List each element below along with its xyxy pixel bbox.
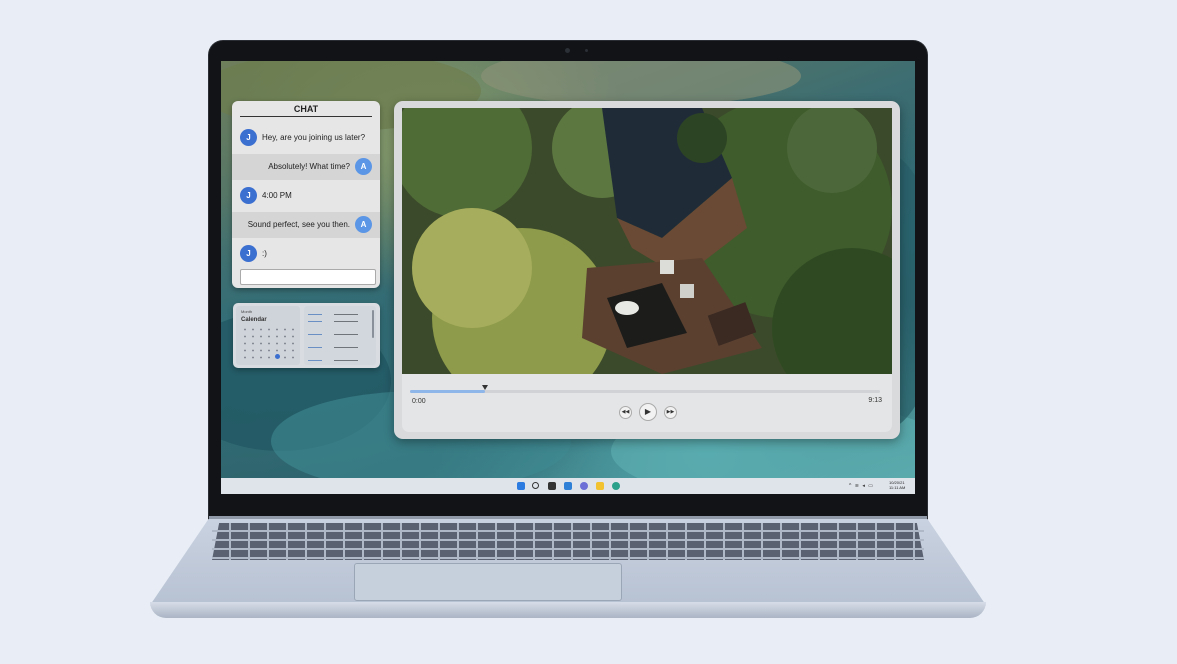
agenda-item[interactable] xyxy=(308,321,322,322)
search-icon[interactable] xyxy=(532,482,539,489)
avatar: A xyxy=(355,158,372,175)
calendar-day-grid[interactable] xyxy=(241,326,297,362)
chat-message: J Hey, are you joining us later? xyxy=(232,125,380,151)
skip-back-icon: ◀◀ xyxy=(621,409,630,415)
agenda-item-detail xyxy=(334,314,358,315)
message-text: 4:00 PM xyxy=(262,191,292,200)
clock-time: 11:11 AM xyxy=(889,485,906,490)
skip-forward-button[interactable]: ▶▶ xyxy=(664,406,677,419)
webcam-sensor xyxy=(585,49,588,52)
message-text: Absolutely! What time? xyxy=(268,162,350,171)
progress-track[interactable] xyxy=(410,385,880,393)
agenda-item-detail xyxy=(334,321,358,322)
chat-message: A Absolutely! What time? xyxy=(232,154,380,180)
agenda-scrollbar[interactable] xyxy=(372,310,374,338)
agenda-item-detail xyxy=(334,360,358,361)
calendar-month-view: Month Calendar xyxy=(236,306,300,365)
agenda-item[interactable] xyxy=(308,360,322,361)
laptop-front-edge xyxy=(150,602,986,618)
chat-title-divider xyxy=(240,116,372,117)
taskbar: ^ ≋ ◂ ▭ 10/20/21 11:11 AM xyxy=(221,478,915,494)
calendar-agenda xyxy=(304,306,376,365)
progress-fill xyxy=(410,390,486,393)
duration: 9:13 xyxy=(868,397,882,404)
video-frame[interactable] xyxy=(402,108,892,374)
calendar-today-marker xyxy=(275,354,280,359)
windows-start-icon[interactable] xyxy=(517,482,525,490)
chat-icon[interactable] xyxy=(580,482,588,490)
agenda-item-detail xyxy=(334,334,358,335)
avatar: J xyxy=(240,245,257,262)
chat-window: CHAT J Hey, are you joining us later? A … xyxy=(232,101,380,288)
message-text: Hey, are you joining us later? xyxy=(262,133,366,142)
widgets-icon[interactable] xyxy=(564,482,572,490)
message-text: Sound perfect, see you then. xyxy=(247,220,350,229)
file-explorer-icon[interactable] xyxy=(596,482,604,490)
edge-browser-icon[interactable] xyxy=(612,482,620,490)
current-time: 0:00 xyxy=(412,398,426,405)
skip-back-button[interactable]: ◀◀ xyxy=(619,406,632,419)
keyboard-rows xyxy=(212,523,924,560)
play-icon: ▶ xyxy=(644,407,652,416)
agenda-item-detail xyxy=(334,347,358,348)
chat-message: J :) xyxy=(232,241,380,267)
agenda-item[interactable] xyxy=(308,314,322,315)
skip-forward-icon: ▶▶ xyxy=(666,409,675,415)
chat-input[interactable] xyxy=(240,269,376,285)
avatar: A xyxy=(355,216,372,233)
avatar: J xyxy=(240,129,257,146)
agenda-item[interactable] xyxy=(308,347,322,348)
agenda-item[interactable] xyxy=(308,334,322,335)
video-scene-aerial-cabin xyxy=(402,108,892,374)
player-controls: 0:00 9:13 ◀◀ ▶ ▶▶ xyxy=(402,374,892,432)
calendar-month-label: Month xyxy=(241,309,253,314)
system-tray[interactable]: ^ ≋ ◂ ▭ xyxy=(849,483,874,489)
task-view-icon[interactable] xyxy=(548,482,556,490)
progress-thumb[interactable] xyxy=(482,385,489,390)
chat-title: CHAT xyxy=(293,104,319,114)
trackpad xyxy=(354,563,622,601)
message-text: :) xyxy=(262,249,267,258)
taskbar-clock[interactable]: 10/20/21 11:11 AM xyxy=(889,480,905,490)
calendar-widget[interactable]: Month Calendar xyxy=(233,303,380,368)
chat-message: A Sound perfect, see you then. xyxy=(232,212,380,238)
video-player-window: 0:00 9:13 ◀◀ ▶ ▶▶ xyxy=(394,101,900,439)
avatar: J xyxy=(240,187,257,204)
chat-message: J 4:00 PM xyxy=(232,183,380,209)
calendar-title: Calendar xyxy=(241,317,267,323)
webcam xyxy=(565,48,570,53)
play-button[interactable]: ▶ xyxy=(639,403,657,421)
